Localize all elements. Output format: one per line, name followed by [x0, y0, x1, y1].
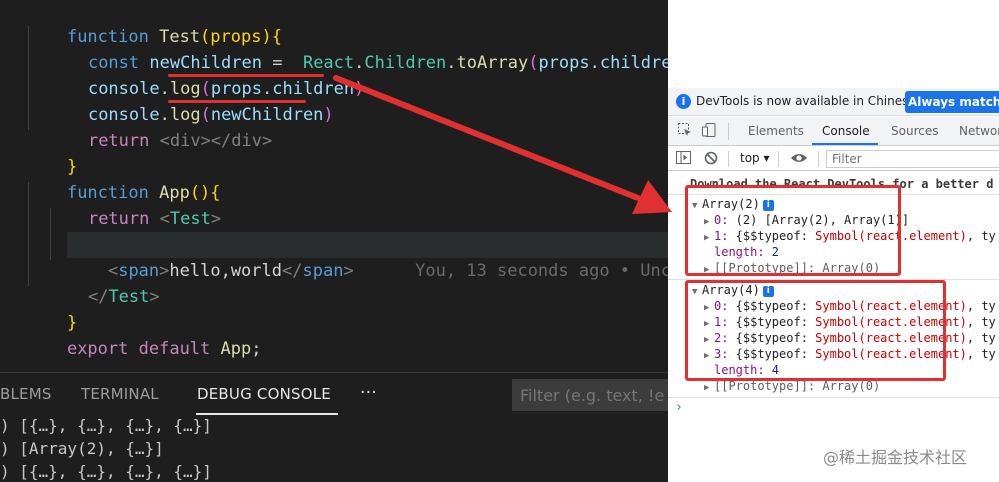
eye-icon[interactable] — [790, 151, 808, 169]
divider — [728, 123, 729, 140]
code-line-9: { [[<div>111</div>, <div>222</div>],[<di… — [67, 206, 661, 255]
debug-console-filter-input[interactable] — [512, 379, 672, 411]
more-actions-icon[interactable]: ··· — [360, 383, 377, 403]
identifier: App — [220, 339, 252, 359]
keyword: export — [66, 339, 129, 359]
object-preview: , ty — [966, 299, 996, 313]
jsx-text: hello,world — [169, 261, 282, 281]
property: Children — [364, 53, 447, 73]
punct: > — [149, 287, 160, 307]
infobar-message: DevTools is now available in Chinese! — [696, 94, 921, 108]
code-line-2: const newChildren = React.Children.toArr… — [47, 24, 668, 73]
collapsed-triangle-icon: ▶ — [704, 383, 710, 393]
argument: props.children — [538, 53, 668, 73]
tab-sources[interactable]: Sources — [891, 124, 938, 138]
context-selector[interactable]: top ▾ — [740, 151, 770, 165]
console-toolbar: top ▾ — [668, 147, 999, 171]
console-prompt-icon[interactable]: › — [675, 400, 683, 415]
object-preview: , ty — [966, 315, 996, 329]
object-preview: , ty — [966, 229, 996, 243]
inspect-element-icon[interactable] — [677, 122, 693, 142]
divider — [668, 397, 999, 398]
tab-elements[interactable]: Elements — [748, 124, 804, 138]
punct: ) — [323, 105, 334, 125]
clear-console-icon[interactable] — [704, 151, 718, 169]
tab-terminal[interactable]: TERMINAL — [81, 385, 159, 403]
jsx-tag: <div></div> — [159, 131, 273, 151]
annotation-box-props-children-log — [685, 185, 901, 276]
divider — [778, 151, 779, 167]
debug-console-line: ) [Array(2), {…}] — [0, 439, 164, 458]
active-tab-indicator — [196, 413, 338, 415]
punct: </ — [282, 261, 303, 281]
punct: ) — [354, 79, 365, 99]
code-line-3: console.log(props.children) — [47, 50, 364, 99]
code-line-12: } — [26, 284, 77, 333]
keyword: return — [87, 131, 150, 151]
language-infobar: i DevTools is now available in Chinese! … — [668, 88, 999, 116]
code-line-13: export default App; — [26, 310, 262, 359]
code-editor[interactable]: function Test(props){ const newChildren … — [0, 0, 668, 372]
punct: ( — [528, 53, 539, 73]
punct: > — [343, 261, 354, 281]
chrome-devtools: i DevTools is now available in Chinese! … — [668, 0, 999, 482]
jsx-component: Test — [108, 287, 150, 307]
active-tab-indicator — [812, 143, 878, 145]
debug-console-line: ) [{…}, {…}, {…}, {…}] — [0, 416, 212, 435]
code-line-5: return <div></div> — [47, 102, 272, 151]
divider — [818, 151, 819, 167]
code-line-1: function Test(props){ — [26, 0, 282, 47]
object-preview: , ty — [966, 331, 996, 345]
punct: </ — [87, 287, 109, 307]
jsx-tag: span — [302, 261, 344, 281]
git-blame-annotation: You, 13 seconds ago • Uncom — [415, 261, 668, 281]
object-preview: , ty — [966, 347, 996, 361]
sidebar-toggle-icon[interactable] — [676, 151, 691, 168]
always-match-chinese-button[interactable]: Always match Ch — [905, 91, 999, 113]
console-filter-input[interactable] — [826, 150, 999, 168]
keyword: default — [138, 339, 211, 359]
code-line-4: console.log(newChildren) — [47, 76, 334, 125]
annotation-underline-props-children — [168, 74, 324, 77]
punct: . — [446, 53, 457, 73]
debug-console-line: ) [{…}, {…}, {…}, {…}] — [0, 462, 212, 481]
tab-console[interactable]: Console — [822, 124, 870, 138]
tab-debug-console[interactable]: DEBUG CONSOLE — [197, 385, 331, 403]
punct: > — [159, 261, 170, 281]
bottom-panel: BLEMS TERMINAL DEBUG CONSOLE ··· ) [{…},… — [0, 372, 672, 482]
info-icon: i — [676, 94, 691, 109]
tab-network[interactable]: Network — [959, 124, 999, 138]
code-line-10: <span>hello,world</span> You, 13 seconds… — [67, 232, 668, 281]
panel-tab-bar: BLEMS TERMINAL DEBUG CONSOLE ··· — [0, 373, 672, 417]
code-line-8: return <Test> — [47, 180, 221, 229]
devtools-tab-bar: Elements Console Sources Network — [668, 117, 999, 146]
tab-problems[interactable]: BLEMS — [0, 385, 52, 403]
divider — [728, 151, 729, 167]
code-line-6: } — [26, 128, 77, 177]
method-name: toArray — [456, 53, 529, 73]
device-toolbar-icon[interactable] — [701, 122, 717, 142]
annotation-underline-new-children — [168, 100, 306, 103]
prototype-value: [[Prototype]]: Array(0) — [714, 379, 881, 393]
punct: ; — [251, 339, 262, 359]
code-line-7: function App(){ — [26, 154, 221, 203]
watermark: @稀土掘金技术社区 — [823, 448, 968, 467]
code-line-11: </Test> — [47, 258, 160, 307]
annotation-box-new-children-log — [685, 280, 946, 381]
